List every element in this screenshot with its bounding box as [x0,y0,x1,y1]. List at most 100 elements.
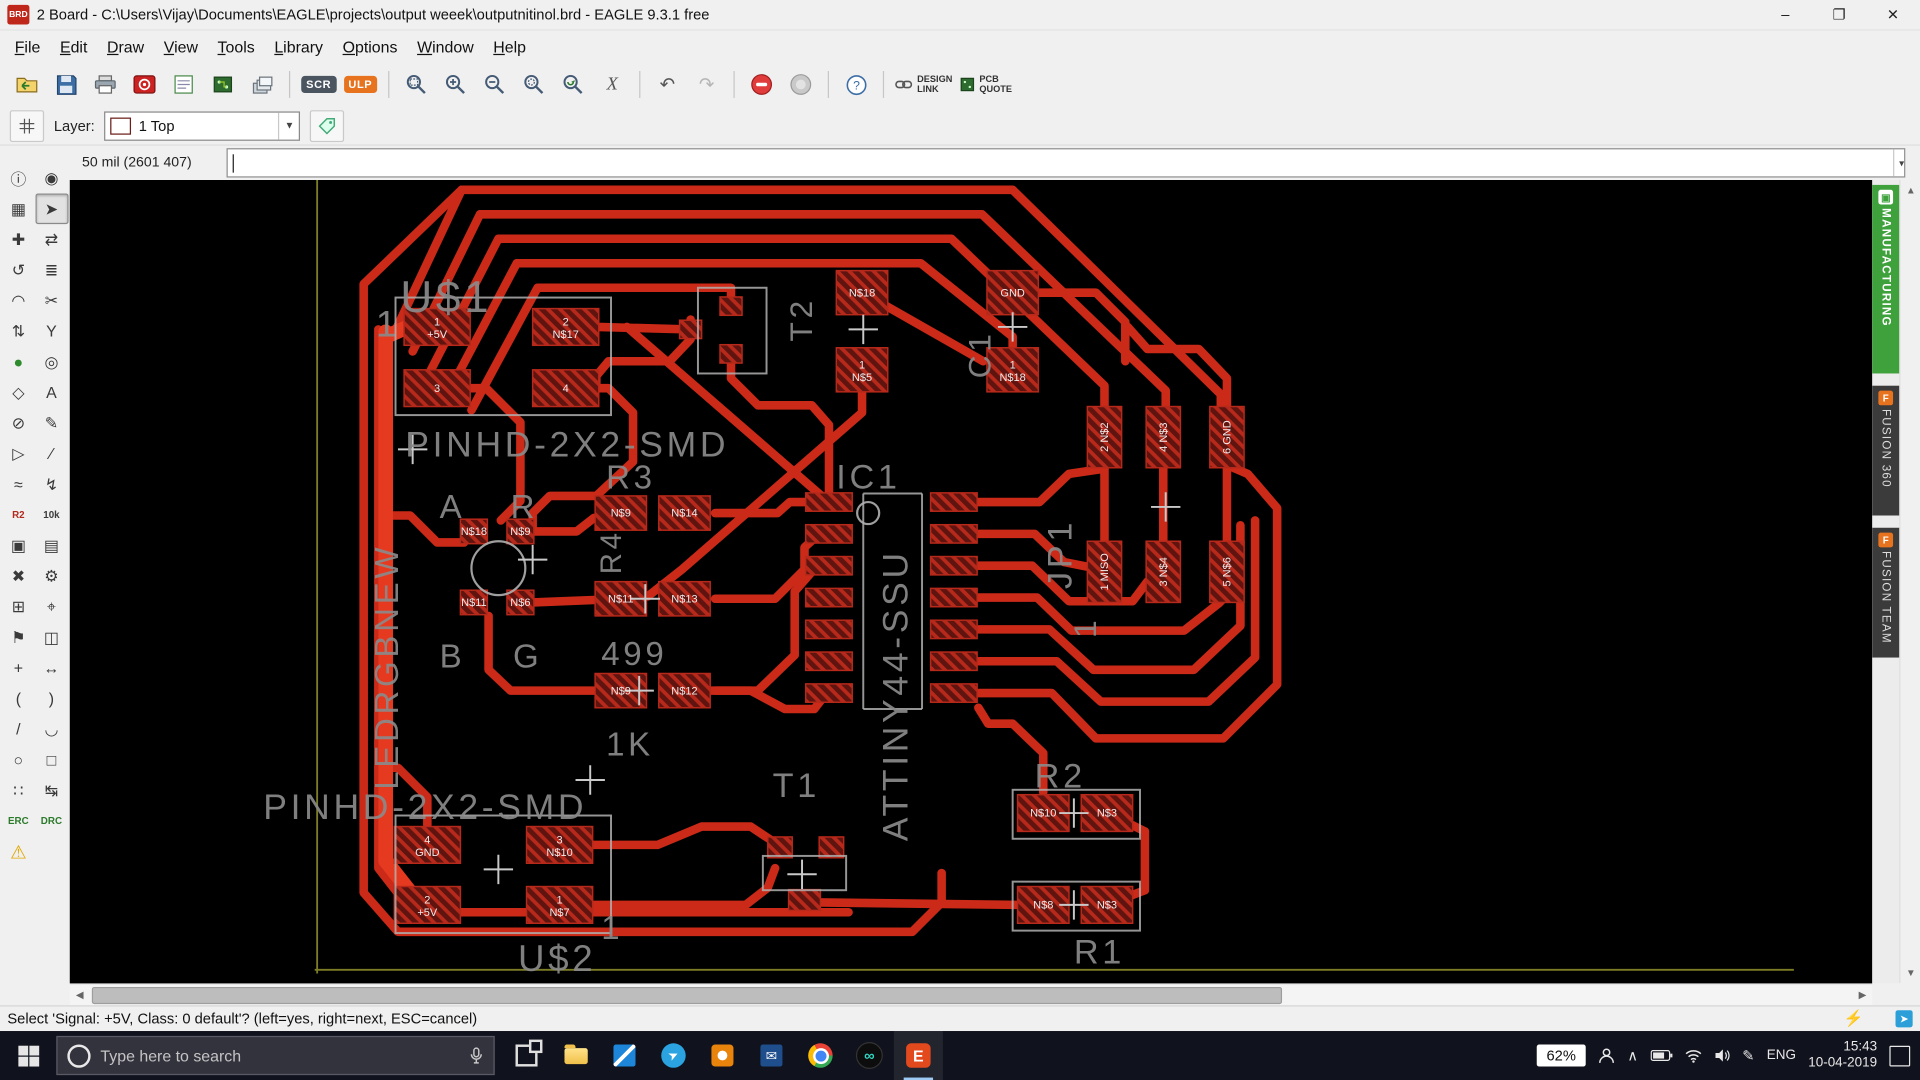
tool-marker[interactable]: + [2,653,35,684]
tool-ripup[interactable]: ✂ [35,285,68,316]
menu-file[interactable]: File [5,34,50,60]
tab-manufacturing[interactable]: ▣ MANUFACTURING [1872,185,1899,374]
tool-pencil[interactable]: ✎ [35,408,68,439]
cam-button[interactable] [127,67,161,101]
tool-arc[interactable]: ◡ [35,714,68,745]
wifi-icon[interactable] [1685,1049,1702,1062]
tool-lock[interactable]: ◫ [35,622,68,653]
tool-text[interactable]: A [35,377,68,408]
battery-percent-badge[interactable]: 62% [1537,1044,1586,1066]
sheet-button[interactable] [167,67,201,101]
tool-move[interactable]: ✚ [2,224,35,255]
tool-arc-ccw[interactable]: ( [2,683,35,714]
tool-wire[interactable]: ∕ [35,438,68,469]
menu-tools[interactable]: Tools [208,34,265,60]
layer-select[interactable]: 1 Top ▼ [105,111,301,140]
chrome-icon[interactable] [796,1031,845,1080]
menu-view[interactable]: View [154,34,208,60]
tab-fusion-360[interactable]: F FUSION 360 [1872,386,1899,516]
tool-length[interactable]: ↯ [35,469,68,500]
tool-delete[interactable]: ✖ [2,561,35,592]
tool-change[interactable]: ⚙ [35,561,68,592]
scr-button[interactable]: SCR [300,67,337,101]
tool-polygon[interactable]: ◇ [2,377,35,408]
board-button[interactable] [206,67,240,101]
task-view-icon[interactable] [502,1031,551,1080]
maximize-button[interactable]: ❐ [1812,0,1866,29]
tool-paste[interactable]: ▤ [35,530,68,561]
close-button[interactable]: ✕ [1866,0,1920,29]
scroll-down-icon[interactable]: ▼ [1906,962,1916,983]
tool-grid-pt[interactable]: ∷ [2,775,35,806]
tool-miter[interactable]: ◠ [2,285,35,316]
volume-icon[interactable] [1714,1048,1730,1063]
tool-via[interactable]: ● [2,347,35,378]
tool-name[interactable]: R2 [2,500,35,531]
tool-swap[interactable]: ⇅ [2,316,35,347]
tool-split[interactable]: Y [35,316,68,347]
telegram-icon[interactable]: ➤ [649,1031,698,1080]
zoom-select-button[interactable] [517,67,551,101]
zoom-out-button[interactable] [478,67,512,101]
tool-meander[interactable]: ≈ [2,469,35,500]
clock[interactable]: 15:43 10-04-2019 [1808,1040,1877,1072]
action-center-icon[interactable] [1889,1045,1910,1066]
tool-rect[interactable]: □ [35,744,68,775]
zoom-in-button[interactable] [438,67,472,101]
tool-dimension[interactable]: ↔ [35,653,68,684]
go-button[interactable] [784,67,818,101]
menu-help[interactable]: Help [484,34,536,60]
language-indicator[interactable]: ENG [1767,1048,1796,1063]
menu-library[interactable]: Library [265,34,333,60]
media-loop-icon[interactable]: ∞ [845,1031,894,1080]
tool-line[interactable]: / [2,714,35,745]
menu-window[interactable]: Window [407,34,483,60]
zoom-redraw-button[interactable] [556,67,590,101]
photos-icon[interactable] [698,1031,747,1080]
tool-arc-cw[interactable]: ) [35,683,68,714]
tool-show[interactable]: ◉ [35,163,68,194]
tool-measure[interactable]: ↹ [35,775,68,806]
stack-button[interactable] [245,67,279,101]
ulp-button[interactable]: ULP [342,67,378,101]
people-icon[interactable] [1598,1047,1615,1064]
design-link-button[interactable]: DESIGNLINK [894,67,954,101]
tool-info[interactable]: ⓘ [2,163,35,194]
tool-align[interactable]: ≣ [35,255,68,286]
scroll-left-icon[interactable]: ◀ [70,989,90,1000]
board-canvas[interactable]: 1+5V2N$1734N$181N$5GND1N$182 N$24 N$36 G… [70,180,1872,983]
scrollbar-thumb[interactable] [92,986,1282,1003]
menu-draw[interactable]: Draw [97,34,154,60]
tool-copy[interactable]: ▣ [2,530,35,561]
taskbar-search[interactable]: Type here to search [56,1036,494,1075]
tool-drill[interactable]: ⌖ [35,591,68,622]
menu-options[interactable]: Options [333,34,407,60]
chevron-down-icon[interactable]: ▼ [278,112,294,139]
tab-fusion-team[interactable]: F FUSION TEAM [1872,528,1899,658]
print-button[interactable] [88,67,122,101]
tool-rotate[interactable]: ↺ [2,255,35,286]
menu-edit[interactable]: Edit [50,34,97,60]
stop-button[interactable] [745,67,779,101]
tray-expand-icon[interactable]: ∧ [1627,1047,1638,1064]
mail-icon[interactable]: ✉ [747,1031,796,1080]
tool-hole[interactable]: ⊘ [2,408,35,439]
chevron-down-icon[interactable]: ▾ [1893,149,1904,176]
tool-warning[interactable]: ⚠ [2,836,35,867]
tool-drc[interactable]: DRC [35,806,68,837]
tool-label[interactable]: ⚑ [2,622,35,653]
open-button[interactable] [10,67,44,101]
file-explorer-icon[interactable] [551,1031,600,1080]
command-input[interactable]: ▾ [227,148,1906,177]
vscode-icon[interactable] [600,1031,649,1080]
save-button[interactable] [49,67,83,101]
start-button[interactable] [0,1031,56,1080]
undo-button[interactable]: ↶ [650,67,684,101]
tool-pad[interactable]: ◎ [35,347,68,378]
scroll-up-icon[interactable]: ▲ [1906,180,1916,201]
tool-circle[interactable]: ○ [2,744,35,775]
layer-settings-button[interactable] [310,110,344,142]
cancel-button[interactable]: X [595,67,629,101]
tool-signal[interactable]: ▷ [2,438,35,469]
scroll-right-icon[interactable]: ▶ [1852,989,1872,1000]
